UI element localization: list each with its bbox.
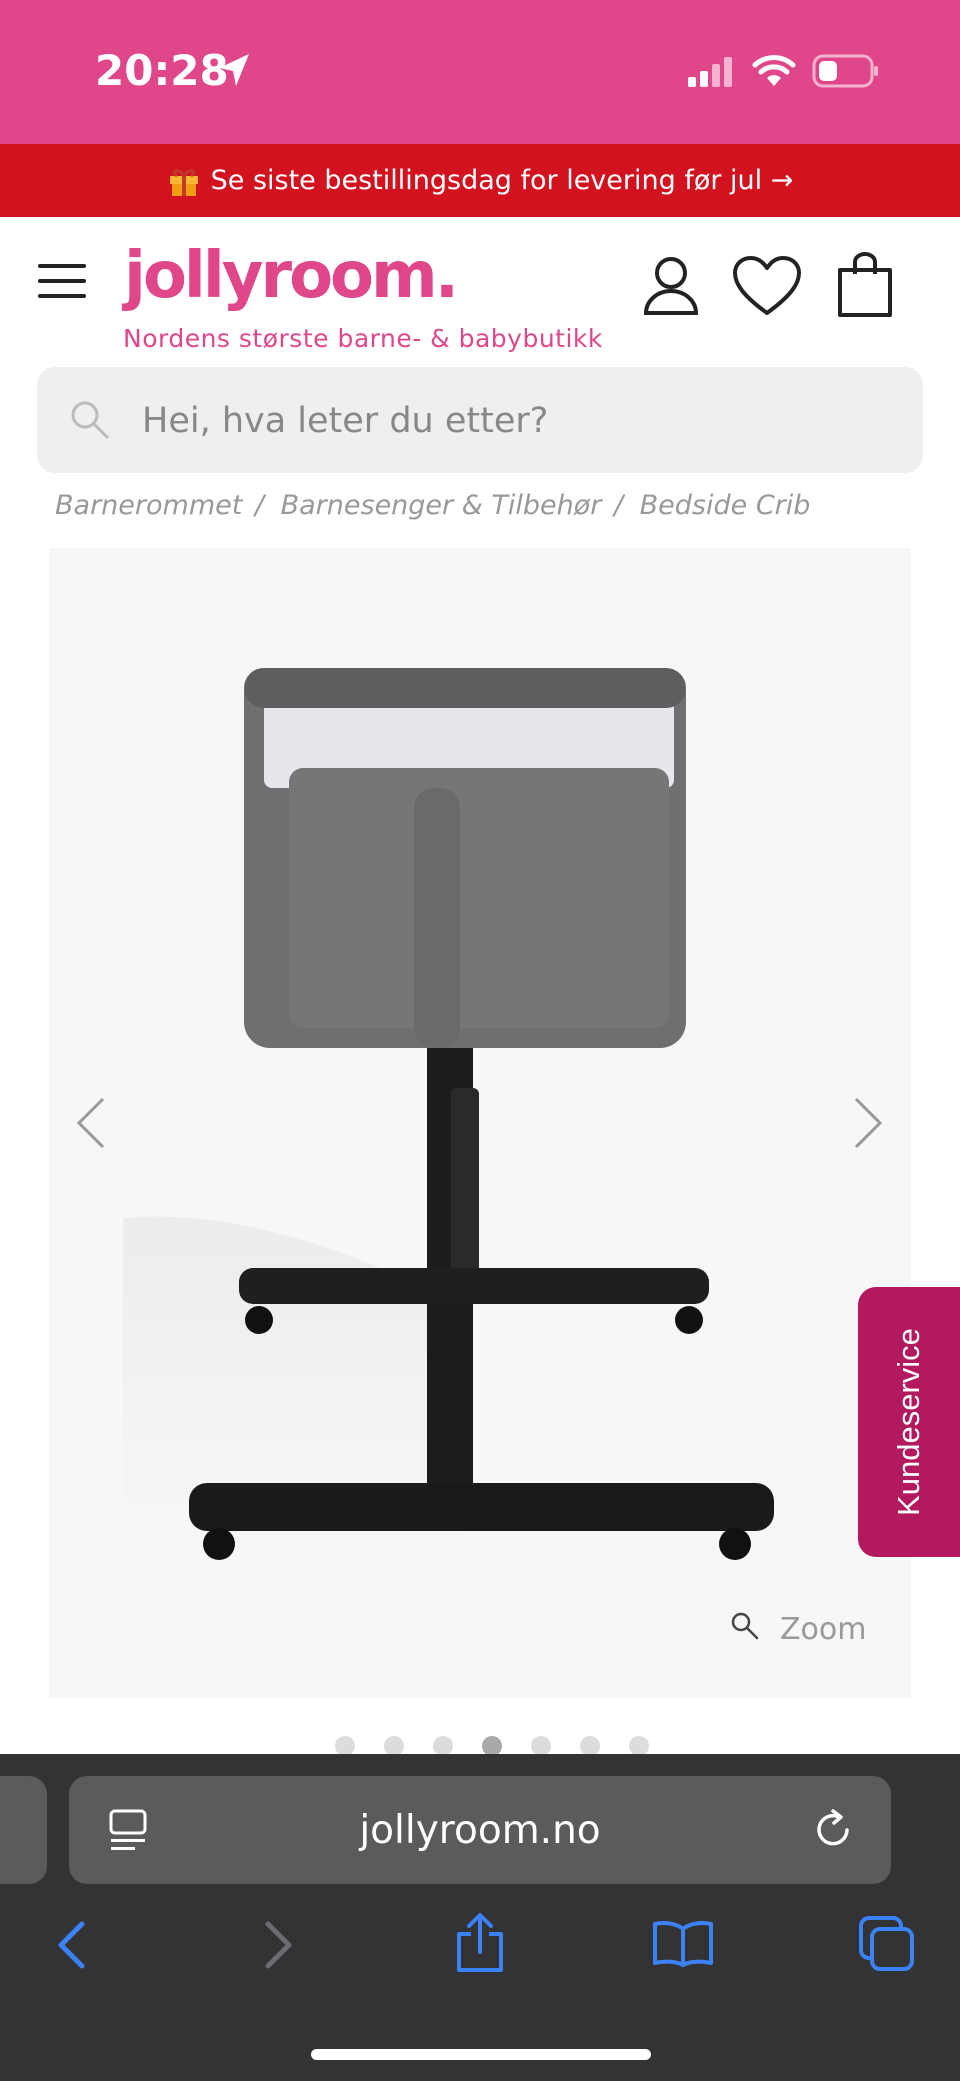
- account-icon[interactable]: [643, 255, 699, 315]
- gallery-dot[interactable]: [384, 1736, 404, 1756]
- breadcrumb-item[interactable]: Barnesenger & Tilbehør: [281, 490, 602, 521]
- gallery-dot[interactable]: [531, 1736, 551, 1756]
- back-icon[interactable]: [56, 1920, 86, 1970]
- breadcrumb-item[interactable]: Bedside Crib: [640, 490, 811, 521]
- status-time: 20:28: [95, 46, 229, 95]
- promo-text: Se siste bestillingsdag for levering før…: [210, 165, 794, 196]
- battery-icon: [812, 54, 878, 88]
- gallery-dot[interactable]: [629, 1736, 649, 1756]
- bedside-crib-illustration: [123, 668, 774, 1560]
- product-image[interactable]: [49, 548, 911, 1698]
- site-header: jollyroom. Nordens største barne- & baby…: [0, 217, 960, 367]
- signal-icon: [688, 57, 732, 87]
- menu-icon[interactable]: [38, 264, 86, 298]
- site-tagline: Nordens største barne- & babybutikk: [123, 324, 603, 353]
- breadcrumb-separator: /: [613, 490, 624, 521]
- browser-toolbar: jollyroom.no: [0, 1754, 960, 2081]
- gallery-dot[interactable]: [433, 1736, 453, 1756]
- reload-icon[interactable]: [813, 1809, 855, 1851]
- breadcrumb-separator: /: [254, 490, 265, 521]
- gallery-dot[interactable]: [335, 1736, 355, 1756]
- forward-icon[interactable]: [264, 1920, 294, 1970]
- status-bar: 20:28: [0, 0, 960, 144]
- gallery-dot[interactable]: [580, 1736, 600, 1756]
- share-icon[interactable]: [455, 1912, 505, 1974]
- previous-tab-preview[interactable]: [0, 1776, 47, 1884]
- bookmarks-icon[interactable]: [652, 1919, 714, 1967]
- promo-banner[interactable]: Se siste bestillingsdag for levering før…: [0, 144, 960, 217]
- search-placeholder: Hei, hva leter du etter?: [142, 401, 549, 441]
- gift-icon: [169, 168, 198, 196]
- breadcrumb: Barnerommet / Barnesenger & Tilbehør / B…: [55, 490, 810, 521]
- zoom-button-label[interactable]: Zoom: [780, 1612, 866, 1647]
- chevron-right-icon[interactable]: [852, 1096, 884, 1150]
- heart-icon[interactable]: [732, 255, 802, 317]
- breadcrumb-item[interactable]: Barnerommet: [55, 490, 242, 521]
- zoom-icon[interactable]: [730, 1611, 760, 1641]
- search-icon: [71, 401, 109, 439]
- home-indicator: [311, 2049, 651, 2060]
- wifi-icon: [752, 55, 796, 86]
- customer-service-tab[interactable]: Kundeservice: [858, 1287, 960, 1557]
- site-logo[interactable]: jollyroom.: [124, 239, 459, 313]
- tabs-icon[interactable]: [858, 1915, 916, 1973]
- location-arrow-icon: [219, 54, 249, 86]
- gallery-dot-active[interactable]: [482, 1736, 502, 1756]
- search-input[interactable]: Hei, hva leter du etter?: [37, 367, 923, 473]
- shopping-bag-icon[interactable]: [837, 252, 893, 318]
- address-bar[interactable]: jollyroom.no: [69, 1776, 891, 1884]
- url-text[interactable]: jollyroom.no: [69, 1808, 891, 1853]
- chevron-left-icon[interactable]: [75, 1096, 107, 1150]
- customer-service-label: Kundeservice: [891, 1328, 926, 1516]
